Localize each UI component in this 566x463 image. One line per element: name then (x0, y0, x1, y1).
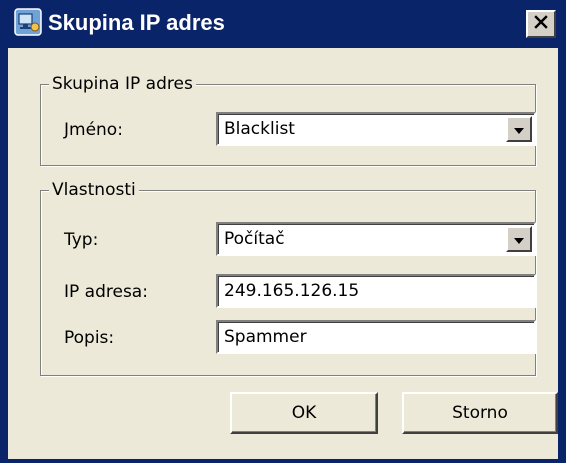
chevron-down-icon (513, 230, 525, 249)
dialog-body: Skupina IP adres Skupina IP adres Jméno:… (8, 0, 558, 459)
description-field[interactable]: Spammer (216, 320, 536, 354)
name-combobox[interactable]: Blacklist (216, 112, 536, 146)
address-group-title: Skupina IP adres (49, 73, 196, 95)
type-dropdown-button[interactable] (506, 226, 532, 252)
title-bar[interactable]: Skupina IP adres (8, 0, 558, 48)
description-label: Popis: (64, 328, 115, 348)
ip-address-value: 249.165.126.15 (224, 281, 360, 301)
window-title: Skupina IP adres (48, 10, 225, 35)
ip-address-label: IP adresa: (64, 282, 148, 302)
type-combobox[interactable]: Počítač (216, 222, 536, 256)
type-combobox-value: Počítač (224, 229, 285, 249)
ok-button[interactable]: OK (230, 392, 378, 434)
name-dropdown-button[interactable] (506, 116, 532, 142)
type-label: Typ: (64, 230, 99, 250)
description-value: Spammer (224, 327, 307, 347)
properties-group-title: Vlastnosti (49, 179, 139, 201)
chevron-down-icon (513, 120, 525, 139)
network-computer-icon (14, 8, 42, 36)
close-button[interactable] (526, 10, 556, 38)
dialog-window: Skupina IP adres Skupina IP adres Jméno:… (0, 0, 566, 463)
close-icon (533, 14, 549, 34)
cancel-button[interactable]: Storno (402, 392, 558, 434)
ip-address-field[interactable]: 249.165.126.15 (216, 274, 536, 308)
name-label: Jméno: (64, 120, 123, 140)
name-combobox-value: Blacklist (224, 119, 295, 139)
